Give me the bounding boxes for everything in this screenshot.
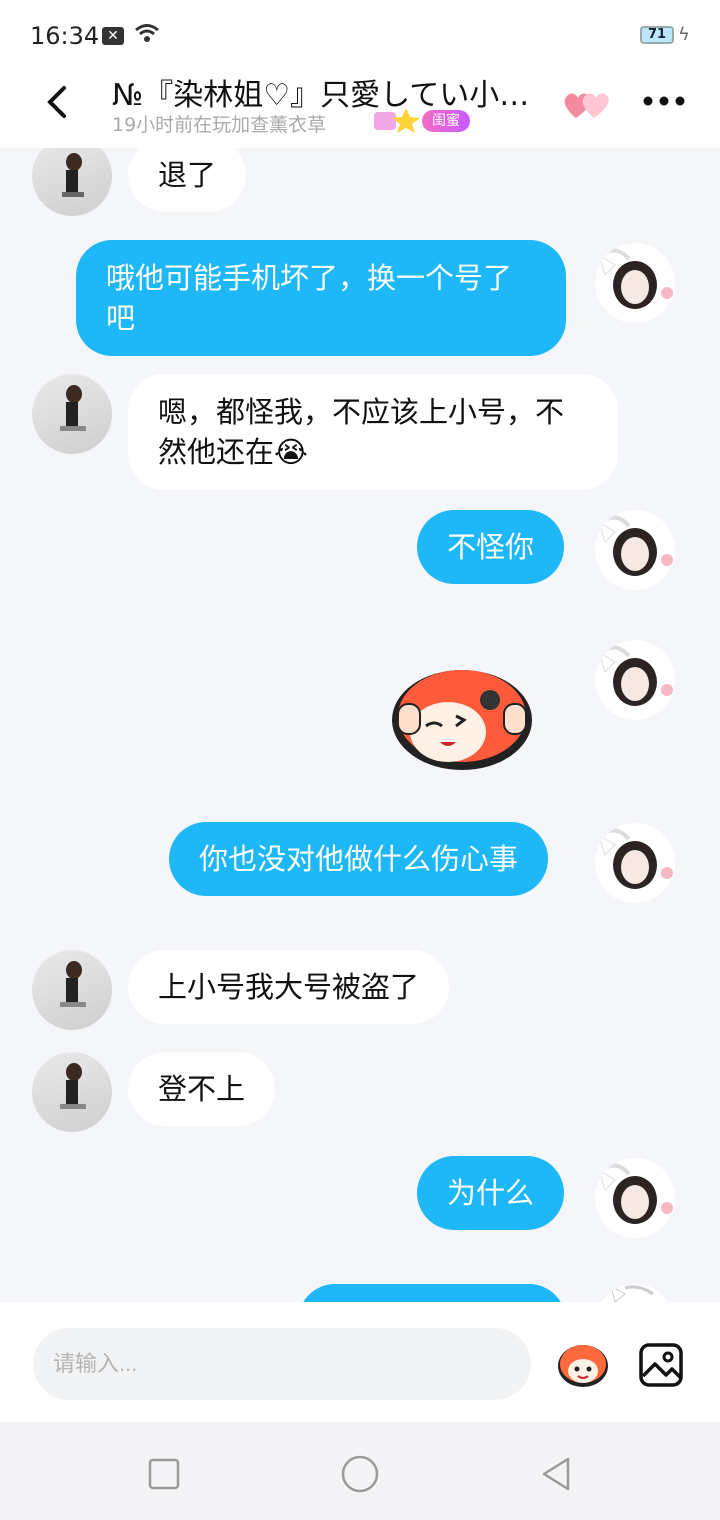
contact-avatar[interactable] — [32, 950, 112, 1030]
chevron-left-icon[interactable] — [40, 82, 80, 122]
message-input[interactable] — [33, 1328, 531, 1400]
contact-avatar[interactable] — [32, 1052, 112, 1132]
emoji-sticker-icon[interactable] — [556, 1340, 610, 1388]
message-bubble[interactable]: 登不上 — [128, 1052, 276, 1126]
message-bubble[interactable]: 你也没对他做什么伤心事 — [169, 822, 549, 896]
chat-header: №『染林姐♡』只愛してい小… 19小时前在玩加查薰衣草 闺蜜 — [0, 70, 720, 148]
message-text: 不怪你 — [447, 530, 535, 564]
more-dots-icon[interactable] — [642, 94, 686, 108]
image-icon[interactable] — [638, 1342, 684, 1388]
input-bar — [0, 1302, 720, 1422]
sticker-image[interactable] — [386, 656, 538, 778]
star-badge-icon — [374, 108, 420, 133]
triangle-back-icon[interactable] — [536, 1454, 576, 1494]
user-avatar[interactable] — [595, 243, 675, 323]
battery-level: 71 — [647, 27, 667, 42]
user-avatar — [595, 1284, 675, 1302]
square-icon[interactable] — [144, 1454, 184, 1494]
battery-icon: 71 — [640, 26, 674, 44]
message-bubble[interactable]: 不怪你 — [417, 510, 565, 584]
user-avatar[interactable] — [595, 1158, 675, 1238]
message-bubble[interactable]: 退了 — [128, 148, 247, 212]
user-avatar[interactable] — [595, 640, 675, 720]
message-bubble[interactable]: 上小号我大号被盗了 — [128, 950, 450, 1024]
message-text: 为什么 — [447, 1176, 535, 1210]
chat-subtitle: 19小时前在玩加查薰衣草 — [112, 114, 327, 136]
user-avatar[interactable] — [595, 823, 675, 903]
relationship-tag: 闺蜜 — [422, 110, 470, 132]
system-nav-bar — [0, 1422, 720, 1520]
hearts-icon[interactable] — [562, 86, 610, 122]
chat-title[interactable]: №『染林姐♡』只愛してい小… — [112, 70, 542, 114]
message-bubble[interactable]: 哦他可能手机坏了，换一个号了吧 — [76, 240, 566, 356]
wifi-icon — [135, 24, 159, 42]
contact-avatar[interactable] — [32, 148, 112, 216]
message-list[interactable]: 退了 哦他可能手机坏了，换一个号了吧 嗯，都怪我，不应该上小号，不然他还在😭 不… — [0, 148, 720, 1302]
message-text: 登不上 — [158, 1072, 246, 1106]
charging-icon: ϟ — [678, 24, 690, 45]
message-bubble[interactable]: 嗯，都怪我，不应该上小号，不然他还在😭 — [128, 374, 618, 490]
message-bubble[interactable]: 为什么 — [417, 1156, 565, 1230]
circle-icon[interactable] — [340, 1454, 380, 1494]
message-text: 上小号我大号被盗了 — [158, 970, 420, 1004]
message-bubble-partial — [298, 1284, 566, 1302]
status-bar: 16:34 ✕ 71 ϟ — [0, 0, 720, 70]
contact-avatar[interactable] — [32, 374, 112, 454]
message-text: 嗯，都怪我，不应该上小号，不然他还在😭 — [158, 395, 565, 469]
message-text: 你也没对他做什么伤心事 — [199, 842, 519, 876]
status-time: 16:34 — [30, 22, 100, 50]
user-avatar[interactable] — [595, 510, 675, 590]
message-text: 退了 — [158, 158, 217, 192]
notification-icon: ✕ — [102, 27, 124, 45]
message-text: 哦他可能手机坏了，换一个号了吧 — [106, 261, 513, 335]
